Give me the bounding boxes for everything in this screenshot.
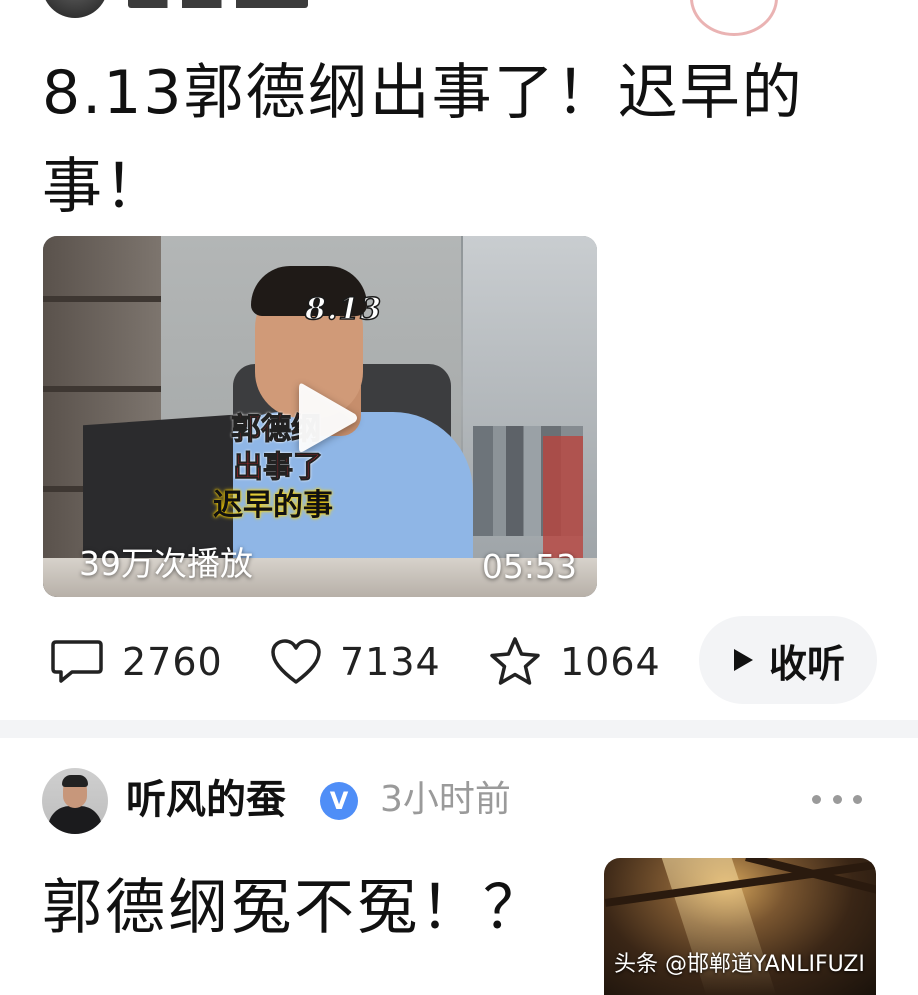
author-name[interactable]: 听风的蚕: [126, 774, 286, 826]
previous-author-name-fragment: [128, 0, 308, 8]
feed-page: 8.13郭德纲出事了！迟早的事！ 8.13 郭德纲 出事了 迟早的事 39万次播…: [0, 0, 918, 995]
post-timestamp: 3小时前: [380, 779, 511, 820]
video-duration: 05:53: [481, 547, 577, 586]
like-button[interactable]: 7134: [270, 634, 441, 690]
favorite-count: 1064: [560, 640, 661, 684]
video-overlay-tag: 8.13: [304, 291, 383, 328]
listen-button[interactable]: 收听: [699, 616, 877, 704]
listen-label: 收听: [768, 641, 845, 686]
comment-icon: [51, 640, 103, 683]
heart-icon: [271, 639, 321, 684]
star-icon: [490, 637, 540, 685]
play-icon: [731, 647, 755, 673]
author-avatar[interactable]: [42, 768, 108, 834]
stamp-graphic: [690, 0, 778, 36]
like-count: 7134: [340, 640, 441, 684]
video-caption-line3: 迟早的事: [213, 488, 333, 523]
previous-author-strip: [0, 0, 918, 36]
favorite-button[interactable]: 1064: [488, 634, 661, 690]
video-view-count: 39万次播放: [79, 544, 253, 583]
play-icon: [299, 383, 357, 452]
comment-button[interactable]: 2760: [50, 634, 223, 690]
play-button[interactable]: [293, 378, 363, 458]
previous-author-avatar[interactable]: [42, 0, 108, 18]
comment-count: 2760: [122, 640, 223, 684]
post-action-bar: 2760 7134 1064 收听: [0, 616, 918, 704]
feed-divider: [0, 720, 918, 738]
post-title[interactable]: 郭德纲冤不冤！？: [42, 862, 546, 954]
video-card[interactable]: 8.13 郭德纲 出事了 迟早的事 39万次播放 05:53: [43, 236, 597, 597]
verified-icon: V: [320, 782, 358, 820]
watermark-text: 头条 @邯郸道YANLIFUZI: [614, 952, 865, 977]
more-icon[interactable]: [812, 786, 862, 812]
post-title[interactable]: 8.13郭德纲出事了！迟早的事！: [42, 46, 872, 234]
